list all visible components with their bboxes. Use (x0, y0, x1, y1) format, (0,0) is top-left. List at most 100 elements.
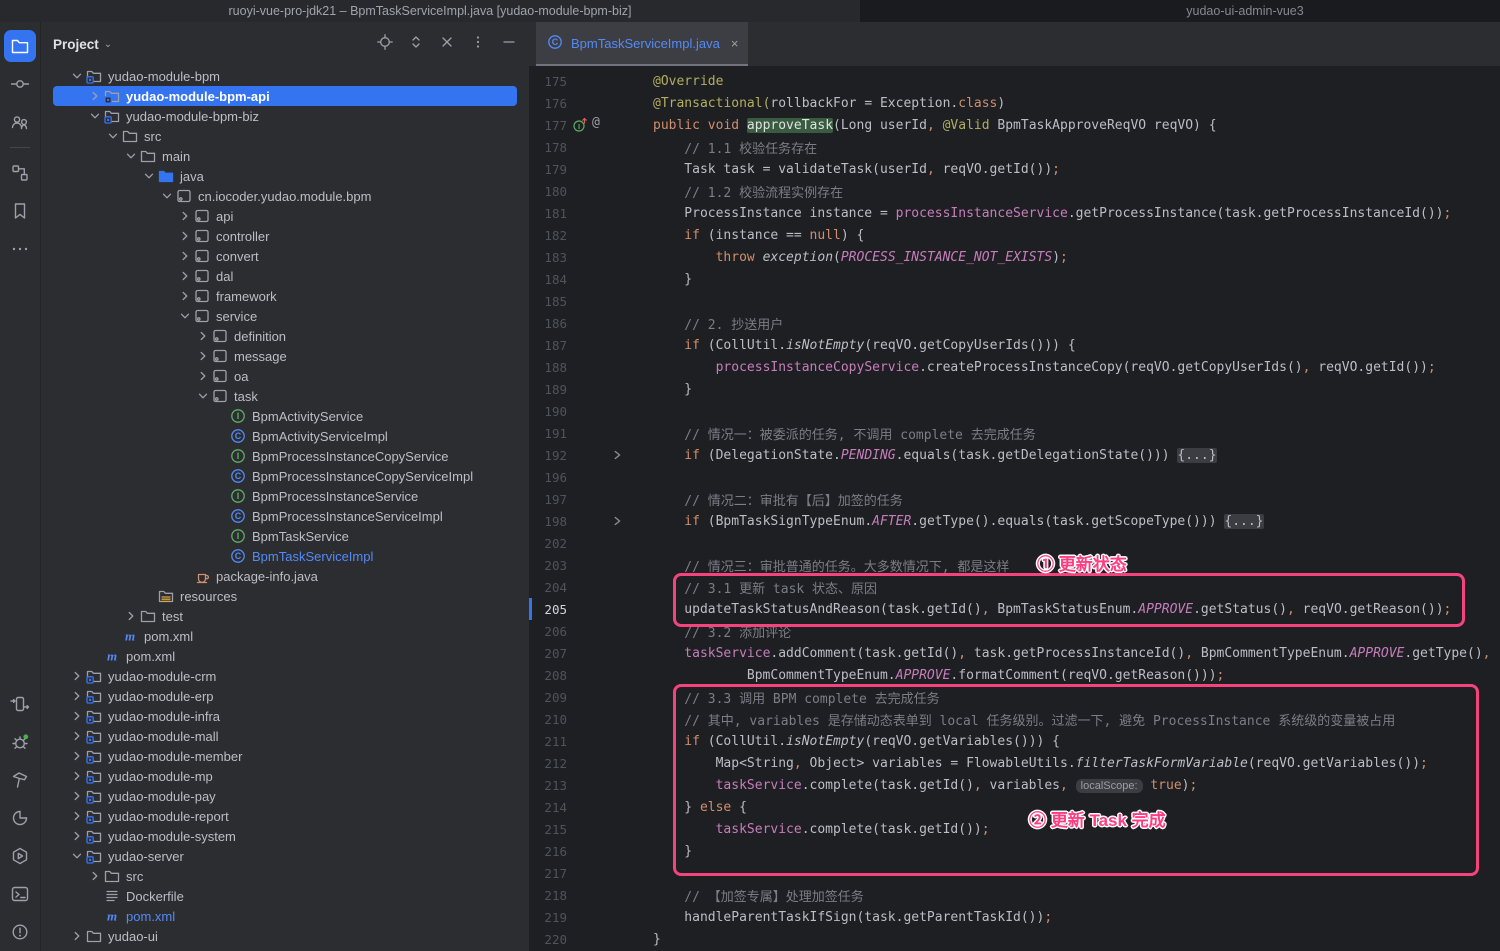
tree-item-yudao-module-report[interactable]: yudao-module-report (41, 806, 529, 826)
code-line-206[interactable]: 206// 3.2 添加评论 (529, 620, 1500, 642)
code-line-181[interactable]: 181ProcessInstance instance = processIns… (529, 202, 1500, 224)
tree-item-package-info-java[interactable]: package-info.java (41, 566, 529, 586)
chevron-right-icon[interactable] (69, 728, 85, 744)
problems-icon[interactable] (4, 916, 36, 948)
code-line-211[interactable]: 211if (CollUtil.isNotEmpty(reqVO.getVari… (529, 730, 1500, 752)
chevron-down-icon[interactable] (141, 168, 157, 184)
code-line-220[interactable]: 220} (529, 928, 1500, 950)
code-line-186[interactable]: 186// 2. 抄送用户 (529, 312, 1500, 334)
code-line-205[interactable]: 205updateTaskStatusAndReason(task.getId(… (529, 598, 1500, 620)
chevron-right-icon[interactable] (69, 768, 85, 784)
chevron-right-icon[interactable] (87, 88, 103, 104)
structure-icon[interactable] (4, 157, 36, 189)
code-line-175[interactable]: 175@Override (529, 70, 1500, 92)
services-icon[interactable] (4, 840, 36, 872)
pull-requests-icon[interactable] (4, 106, 36, 138)
chevron-right-icon[interactable] (177, 228, 193, 244)
tree-item-src[interactable]: src (41, 866, 529, 886)
fold-expand-icon[interactable] (610, 514, 624, 532)
build-icon[interactable] (4, 764, 36, 796)
code-line-204[interactable]: 204// 3.1 更新 task 状态、原因 (529, 576, 1500, 598)
code-line-217[interactable]: 217 (529, 862, 1500, 884)
tree-item-message[interactable]: message (41, 346, 529, 366)
hide-icon[interactable] (501, 34, 517, 55)
expand-icon[interactable] (408, 34, 424, 55)
tree-item-yudao-module-mall[interactable]: yudao-module-mall (41, 726, 529, 746)
code-line-216[interactable]: 216} (529, 840, 1500, 862)
code-line-213[interactable]: 213taskService.complete(task.getId(), va… (529, 774, 1500, 796)
fold-expand-icon[interactable] (610, 448, 624, 466)
chevron-right-icon[interactable] (69, 788, 85, 804)
tree-item-yudao-module-bpm-biz[interactable]: yudao-module-bpm-biz (41, 106, 529, 126)
tab-bpmtaskserviceimpl[interactable]: C BpmTaskServiceImpl.java × (536, 22, 748, 66)
tree-item-service[interactable]: service (41, 306, 529, 326)
tree-item-yudao-module-bpm-api[interactable]: yudao-module-bpm-api (41, 86, 529, 106)
chevron-down-icon[interactable] (69, 848, 85, 864)
commit-icon[interactable] (4, 68, 36, 100)
tree-item-bpmtaskservice[interactable]: IBpmTaskService (41, 526, 529, 546)
code-line-177[interactable]: 177I@public void approveTask(Long userId… (529, 114, 1500, 136)
tree-item-main[interactable]: main (41, 146, 529, 166)
tree-item-bpmprocessinstancecopyserviceimpl[interactable]: CBpmProcessInstanceCopyServiceImpl (41, 466, 529, 486)
code-line-178[interactable]: 178// 1.1 校验任务存在 (529, 136, 1500, 158)
tree-item-yudao-module-bpm[interactable]: yudao-module-bpm (41, 66, 529, 86)
code-line-196[interactable]: 196 (529, 466, 1500, 488)
code-line-198[interactable]: 198if (BpmTaskSignTypeEnum.AFTER.getType… (529, 510, 1500, 532)
chevron-right-icon[interactable] (69, 748, 85, 764)
tree-item-yudao-module-member[interactable]: yudao-module-member (41, 746, 529, 766)
chevron-right-icon[interactable] (177, 248, 193, 264)
tree-item-bpmprocessinstancecopyservice[interactable]: IBpmProcessInstanceCopyService (41, 446, 529, 466)
chevron-down-icon[interactable] (195, 388, 211, 404)
code-line-197[interactable]: 197// 情况二：审批有【后】加签的任务 (529, 488, 1500, 510)
tree-item-src[interactable]: src (41, 126, 529, 146)
code-line-189[interactable]: 189} (529, 378, 1500, 400)
code-line-188[interactable]: 188processInstanceCopyService.createProc… (529, 356, 1500, 378)
tree-item-bpmprocessinstanceserviceimpl[interactable]: CBpmProcessInstanceServiceImpl (41, 506, 529, 526)
tree-item-pom-xml[interactable]: mpom.xml (41, 646, 529, 666)
chevron-right-icon[interactable] (69, 688, 85, 704)
close-icon[interactable]: × (727, 36, 739, 51)
code-line-219[interactable]: 219handleParentTaskIfSign(task.getParent… (529, 906, 1500, 928)
collapse-icon[interactable] (439, 34, 455, 55)
chevron-down-icon[interactable] (123, 148, 139, 164)
bookmarks-icon[interactable] (4, 195, 36, 227)
code-line-179[interactable]: 179Task task = validateTask(userId, reqV… (529, 158, 1500, 180)
tree-item-pom-xml[interactable]: mpom.xml (41, 626, 529, 646)
chevron-right-icon[interactable] (123, 608, 139, 624)
tree-item-resources[interactable]: resources (41, 586, 529, 606)
code-line-184[interactable]: 184} (529, 268, 1500, 290)
chevron-right-icon[interactable] (87, 868, 103, 884)
code-line-212[interactable]: 212Map<String, Object> variables = Flowa… (529, 752, 1500, 774)
tree-item-task[interactable]: task (41, 386, 529, 406)
chevron-right-icon[interactable] (177, 208, 193, 224)
chevron-down-icon[interactable] (105, 128, 121, 144)
tree-item-controller[interactable]: controller (41, 226, 529, 246)
code-line-192[interactable]: 192if (DelegationState.PENDING.equals(ta… (529, 444, 1500, 466)
chevron-right-icon[interactable] (177, 288, 193, 304)
code-line-215[interactable]: 215taskService.complete(task.getId()); (529, 818, 1500, 840)
tree-item-bpmactivityserviceimpl[interactable]: CBpmActivityServiceImpl (41, 426, 529, 446)
chevron-right-icon[interactable] (69, 808, 85, 824)
tree-item-framework[interactable]: framework (41, 286, 529, 306)
chevron-down-icon[interactable] (159, 188, 175, 204)
locate-icon[interactable] (377, 34, 393, 55)
code-line-218[interactable]: 218// 【加签专属】处理加签任务 (529, 884, 1500, 906)
more-icon[interactable] (4, 233, 36, 265)
code-line-214[interactable]: 214} else { (529, 796, 1500, 818)
tree-item-test[interactable]: test (41, 606, 529, 626)
code-line-183[interactable]: 183throw exception(PROCESS_INSTANCE_NOT_… (529, 246, 1500, 268)
chevron-right-icon[interactable] (195, 348, 211, 364)
tree-item-api[interactable]: api (41, 206, 529, 226)
tree-item-cn-iocoder-yudao-module-bpm[interactable]: cn.iocoder.yudao.module.bpm (41, 186, 529, 206)
profiler-icon[interactable] (4, 802, 36, 834)
chevron-right-icon[interactable] (195, 368, 211, 384)
tree-item-oa[interactable]: oa (41, 366, 529, 386)
tree-item-bpmprocessinstanceservice[interactable]: IBpmProcessInstanceService (41, 486, 529, 506)
code-line-209[interactable]: 209// 3.3 调用 BPM complete 去完成任务 (529, 686, 1500, 708)
code-line-203[interactable]: 203// 情况三：审批普通的任务。大多数情况下, 都是这样 (529, 554, 1500, 576)
tree-item-bpmactivityservice[interactable]: IBpmActivityService (41, 406, 529, 426)
chevron-right-icon[interactable] (177, 268, 193, 284)
code-line-210[interactable]: 210// 其中, variables 是存储动态表单到 local 任务级别。… (529, 708, 1500, 730)
tree-item-definition[interactable]: definition (41, 326, 529, 346)
chevron-right-icon[interactable] (69, 928, 85, 944)
